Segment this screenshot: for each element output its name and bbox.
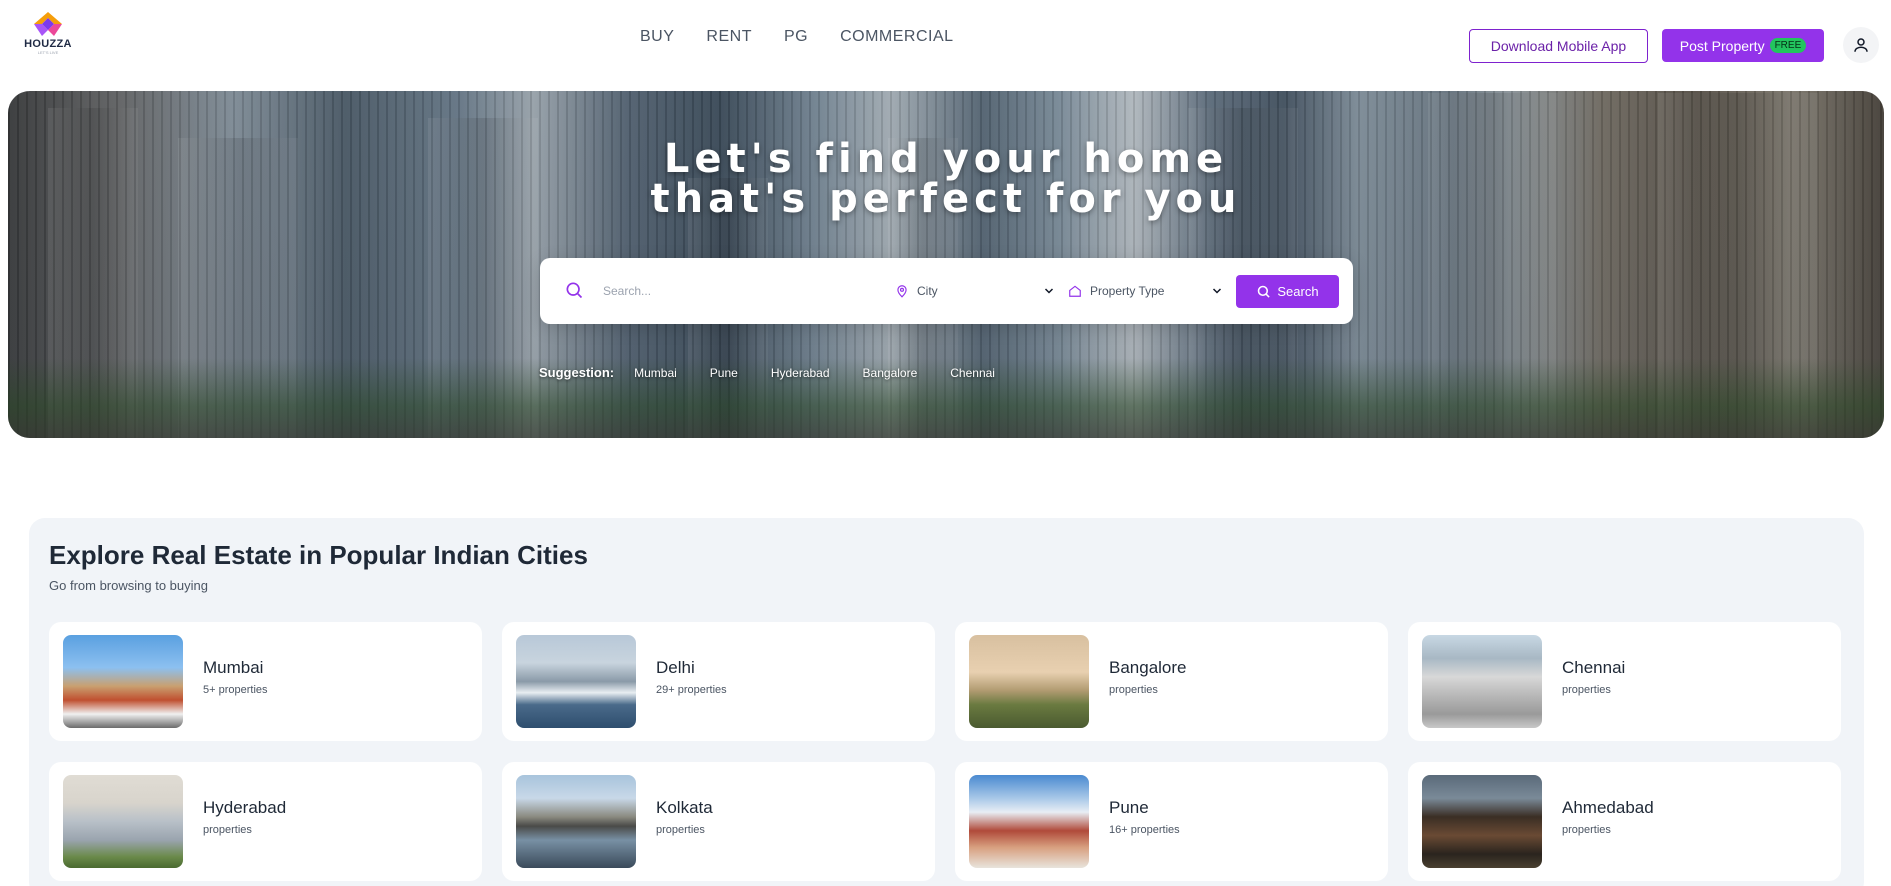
user-icon xyxy=(1854,38,1868,52)
search-icon xyxy=(566,282,583,299)
city-select[interactable]: City xyxy=(895,276,1055,306)
suggestion-chip[interactable]: Hyderabad xyxy=(771,366,830,380)
city-photo xyxy=(63,635,183,728)
city-select-label: City xyxy=(917,284,938,298)
search-button[interactable]: Search xyxy=(1236,275,1339,308)
city-card-kolkata[interactable]: Kolkata properties xyxy=(502,762,935,881)
city-name: Hyderabad xyxy=(203,798,287,817)
nav-rent[interactable]: RENT xyxy=(706,28,752,46)
location-pin-icon xyxy=(897,285,907,298)
chevron-down-icon xyxy=(1212,288,1222,294)
logo-icon xyxy=(34,12,62,36)
section-subtitle: Go from browsing to buying xyxy=(49,578,208,593)
city-photo xyxy=(516,635,636,728)
city-count: properties xyxy=(1109,684,1158,696)
top-header: HOUZZA LET'S LIVE BUY RENT PG COMMERCIAL… xyxy=(0,0,1891,90)
search-input[interactable] xyxy=(603,278,853,304)
search-panel: City Property Type Search xyxy=(540,258,1353,324)
chevron-down-icon xyxy=(1044,288,1054,294)
city-name: Mumbai xyxy=(203,658,264,677)
city-card-mumbai[interactable]: Mumbai 5+ properties xyxy=(49,622,482,741)
suggestion-label: Suggestion: xyxy=(539,365,615,380)
suggestions: Suggestion: Mumbai Pune Hyderabad Bangal… xyxy=(539,365,1028,380)
city-count: properties xyxy=(656,824,705,836)
suggestion-chip[interactable]: Chennai xyxy=(950,366,995,380)
city-name: Ahmedabad xyxy=(1562,798,1654,817)
suggestion-chip[interactable]: Pune xyxy=(710,366,738,380)
nav-buy[interactable]: BUY xyxy=(640,28,674,46)
download-app-button[interactable]: Download Mobile App xyxy=(1469,29,1648,63)
suggestion-chip[interactable]: Mumbai xyxy=(634,366,677,380)
city-card-hyderabad[interactable]: Hyderabad properties xyxy=(49,762,482,881)
city-name: Delhi xyxy=(656,658,695,677)
city-photo xyxy=(1422,635,1542,728)
city-photo xyxy=(969,635,1089,728)
city-card-bangalore[interactable]: Bangalore properties xyxy=(955,622,1388,741)
city-photo xyxy=(1422,775,1542,868)
nav-pg[interactable]: PG xyxy=(784,28,808,46)
hero-title-line2: that's perfect for you xyxy=(650,176,1242,222)
city-count: 5+ properties xyxy=(203,684,268,696)
nav-commercial[interactable]: COMMERCIAL xyxy=(840,28,953,46)
search-icon xyxy=(1258,285,1271,298)
user-profile-button[interactable] xyxy=(1843,27,1879,63)
explore-cities-section: Explore Real Estate in Popular Indian Ci… xyxy=(29,518,1864,886)
free-badge: FREE xyxy=(1769,38,1807,53)
main-nav: BUY RENT PG COMMERCIAL xyxy=(640,28,986,46)
logo-tagline: LET'S LIVE xyxy=(37,50,59,55)
city-count: 29+ properties xyxy=(656,684,727,696)
city-photo xyxy=(63,775,183,868)
city-card-delhi[interactable]: Delhi 29+ properties xyxy=(502,622,935,741)
suggestion-chip[interactable]: Bangalore xyxy=(863,366,918,380)
city-photo xyxy=(516,775,636,868)
hero-title-line1: Let's find your home xyxy=(663,136,1229,182)
city-card-chennai[interactable]: Chennai properties xyxy=(1408,622,1841,741)
search-button-label: Search xyxy=(1277,284,1319,299)
logo-text: HOUZZA xyxy=(24,38,72,50)
city-name: Chennai xyxy=(1562,658,1626,677)
section-title: Explore Real Estate in Popular Indian Ci… xyxy=(49,540,588,570)
hero-title: Let's find your home that's perfect for … xyxy=(8,139,1884,219)
post-property-button[interactable]: Post Property FREE xyxy=(1662,29,1824,62)
city-name: Bangalore xyxy=(1109,658,1187,677)
post-property-label: Post Property xyxy=(1679,37,1765,54)
property-type-label: Property Type xyxy=(1090,284,1165,298)
city-name: Pune xyxy=(1109,798,1149,817)
city-count: properties xyxy=(1562,824,1611,836)
city-count: 16+ properties xyxy=(1109,824,1180,836)
city-card-pune[interactable]: Pune 16+ properties xyxy=(955,762,1388,881)
home-icon xyxy=(1069,285,1081,297)
property-type-select[interactable]: Property Type xyxy=(1068,276,1223,306)
city-count: properties xyxy=(203,824,252,836)
city-photo xyxy=(969,775,1089,868)
houzza-logo[interactable]: HOUZZA LET'S LIVE xyxy=(20,10,76,60)
city-name: Kolkata xyxy=(656,798,713,817)
city-count: properties xyxy=(1562,684,1611,696)
city-card-ahmedabad[interactable]: Ahmedabad properties xyxy=(1408,762,1841,881)
